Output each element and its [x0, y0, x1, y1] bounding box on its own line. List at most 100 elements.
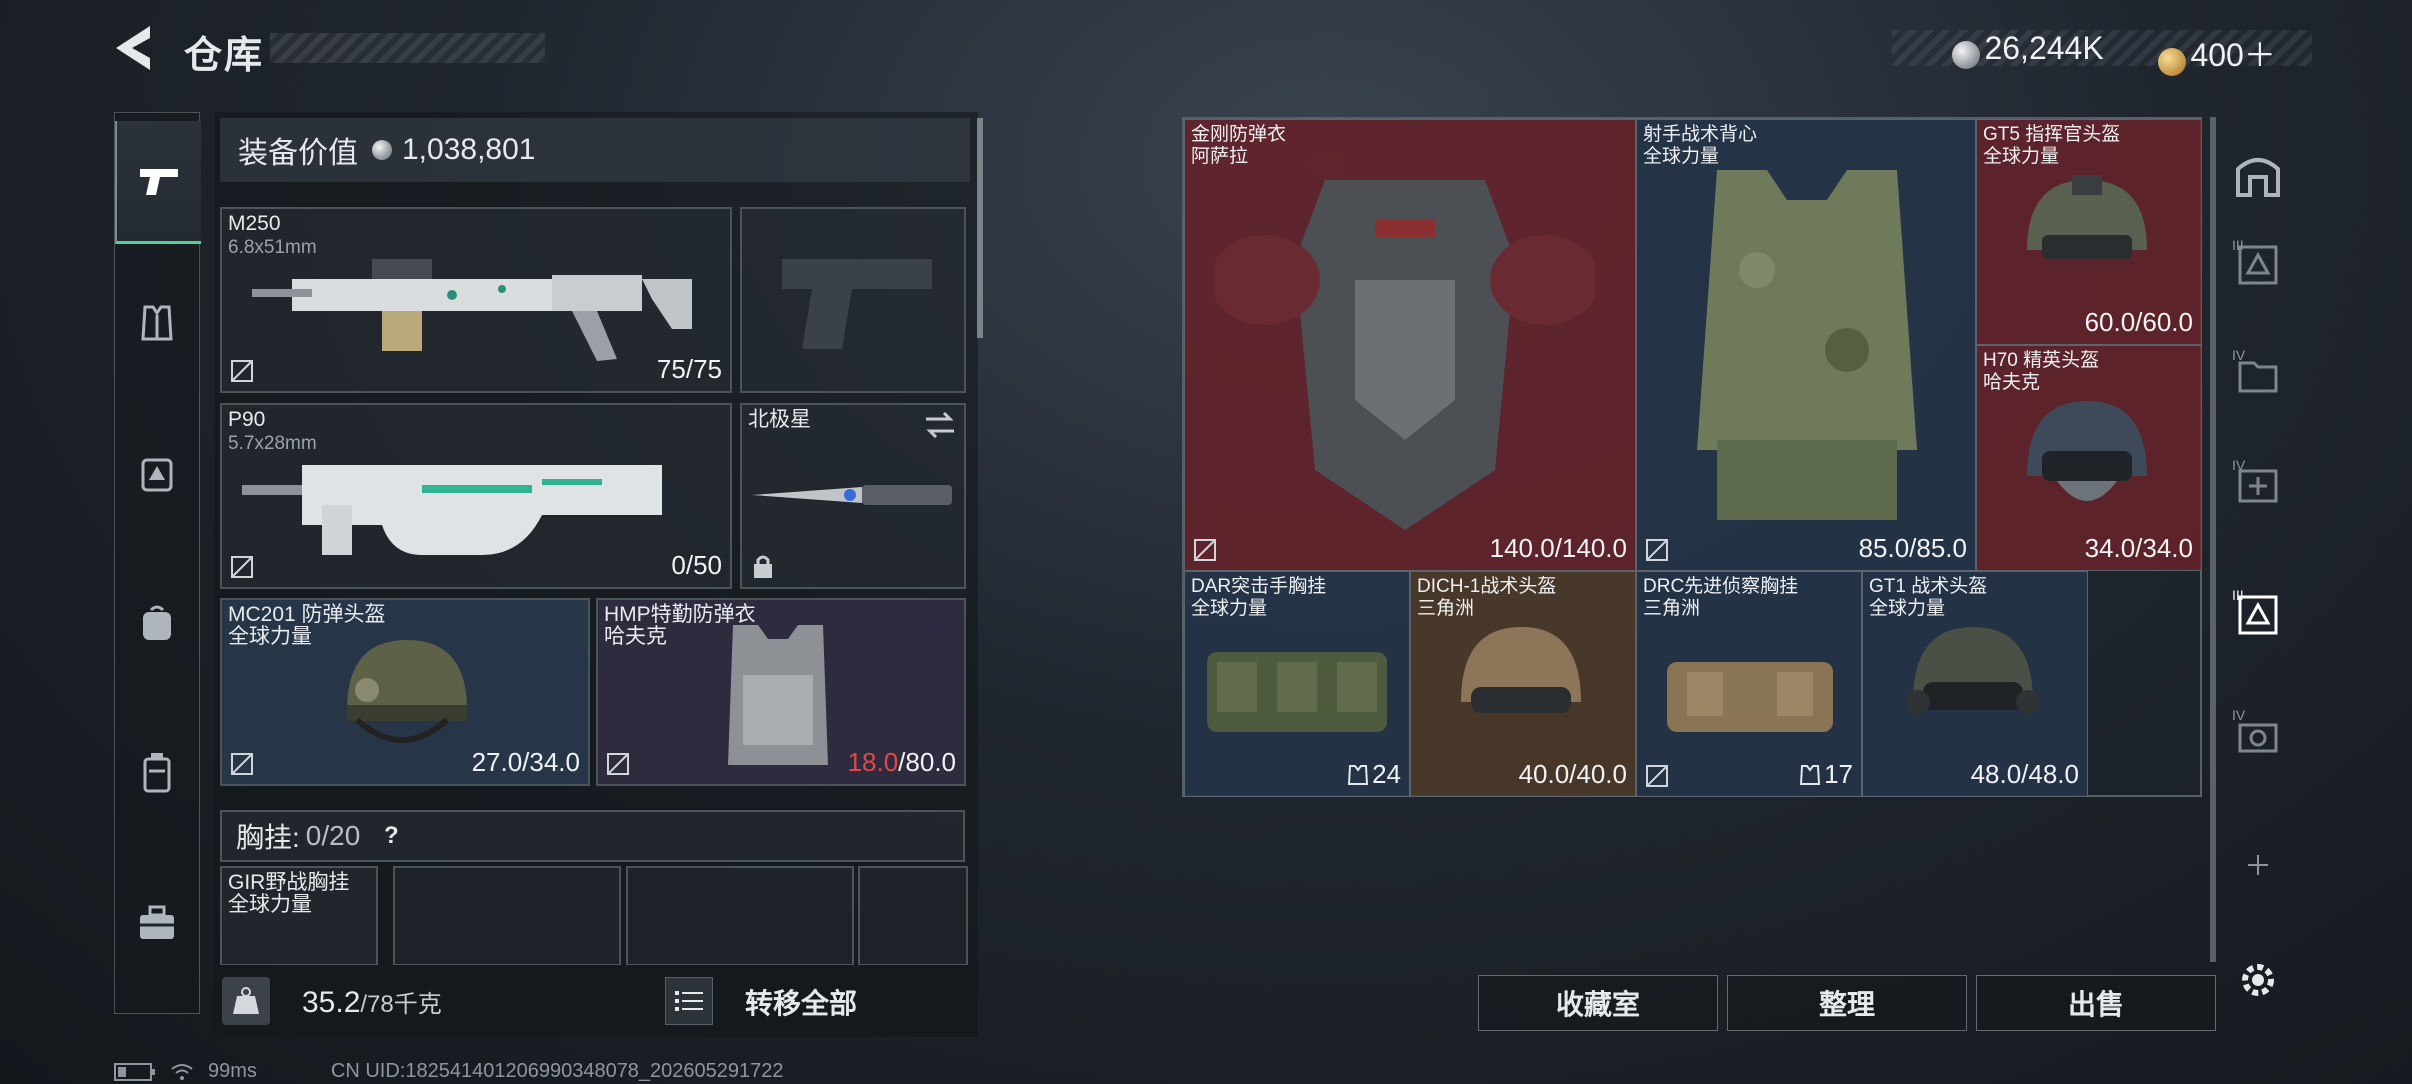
helmet-slot[interactable]: MC201 防弹头盔 全球力量 27.0/34.0 — [220, 598, 590, 786]
chest-rig-image — [1667, 662, 1833, 732]
tab-vest[interactable] — [115, 263, 199, 383]
chest-rig-cell-empty[interactable] — [393, 866, 621, 966]
storage-tab-4-active[interactable]: III — [2230, 587, 2286, 643]
gold-amount: 400＋ — [2190, 37, 2276, 73]
durability: 40.0/40.0 — [1518, 759, 1627, 789]
storage-home-button[interactable] — [2230, 147, 2286, 203]
storage-tab-5[interactable]: IV — [2230, 707, 2286, 763]
rig-capacity-icon — [1348, 764, 1369, 785]
storage-item-shooter-vest[interactable]: 射手战术背心 全球力量 85.0/85.0 — [1636, 119, 1976, 571]
page-title: 仓库 — [184, 35, 265, 77]
pistol-silhouette-icon — [782, 259, 932, 349]
storage-item-dar-rig[interactable]: DAR突击手胸挂 全球力量 24 — [1184, 571, 1410, 797]
tab-level: III — [2232, 587, 2244, 603]
backpack-supply-icon — [141, 458, 173, 492]
item-brand: 三角洲 — [1643, 598, 1701, 619]
storage-item-gt5-helmet[interactable]: GT5 指挥官头盔 全球力量 60.0/60.0 — [1976, 119, 2202, 345]
loadout-scrollbar[interactable] — [977, 118, 983, 338]
capacity-value: 24 — [1372, 759, 1401, 789]
plus-icon — [2248, 855, 2268, 875]
back-arrow-icon — [116, 26, 150, 70]
tab-level: IV — [2232, 347, 2246, 363]
durability: 27.0/34.0 — [471, 747, 580, 777]
durability: 75/75 — [656, 354, 722, 384]
pistol-icon — [140, 169, 178, 195]
storage-grid: 金刚防弹衣 阿萨拉 140.0/140.0 射手战术背心 全球力量 85.0/8… — [1182, 117, 2202, 797]
gear-icon — [2242, 964, 2274, 996]
item-brand: 哈夫克 — [604, 625, 667, 648]
back-button[interactable] — [110, 22, 158, 74]
pistol-slot-empty[interactable] — [740, 207, 966, 393]
list-view-button[interactable] — [665, 977, 713, 1025]
silver-coin-icon — [372, 140, 392, 160]
backpack-icon — [143, 605, 171, 640]
chest-rig-slot[interactable]: GIR野战胸挂 全球力量 — [220, 866, 378, 966]
secondary-weapon-slot[interactable]: P90 5.7x28mm 0/50 — [220, 403, 732, 589]
help-icon[interactable]: ? — [374, 819, 408, 853]
chest-rig-cell-empty[interactable] — [858, 866, 968, 966]
smg-image — [242, 465, 662, 555]
durability-max: /80.0 — [898, 747, 956, 777]
melee-slot[interactable]: 北极星 — [740, 403, 966, 589]
storage-item-armor-jingang[interactable]: 金刚防弹衣 阿萨拉 140.0/140.0 — [1184, 119, 1636, 571]
storage-tab-2[interactable]: IV — [2230, 347, 2286, 403]
storage-scrollbar[interactable] — [2210, 117, 2216, 962]
chest-rig-image — [1207, 652, 1387, 732]
item-name: 北极星 — [748, 408, 811, 431]
storage-item-drc-rig[interactable]: DRC先进侦察胸挂 三角洲 17 — [1636, 571, 1862, 797]
weight-current: 35.2 — [302, 986, 361, 1019]
chest-rig-cell-empty[interactable] — [626, 866, 854, 966]
item-name: 射手战术背心 — [1643, 124, 1758, 145]
collection-room-button[interactable]: 收藏室 — [1478, 975, 1718, 1031]
storage-sidebar: III IV IV III IV — [2222, 117, 2294, 957]
no-insure-icon — [607, 753, 629, 775]
tab-backpack-supply[interactable] — [115, 413, 199, 533]
storage-tab-1[interactable]: III — [2230, 237, 2286, 293]
armor-slot[interactable]: HMP特勤防弹衣 哈夫克 18.0/80.0 — [596, 598, 966, 786]
durability: 34.0/34.0 — [2084, 533, 2193, 563]
item-name: M250 — [228, 212, 281, 235]
durability: 60.0/60.0 — [2084, 307, 2193, 337]
storage-item-h70-helmet[interactable]: H70 精英头盔 哈夫克 34.0/34.0 — [1976, 345, 2202, 571]
item-brand: 全球力量 — [228, 625, 312, 648]
tab-weapons[interactable] — [115, 121, 201, 244]
chest-rig-label: 胸挂: — [236, 822, 300, 853]
storage-tab-3[interactable]: IV — [2230, 457, 2286, 513]
add-storage-button[interactable] — [2230, 837, 2286, 893]
durability: 48.0/48.0 — [1970, 759, 2079, 789]
loadout-value-bar: 装备价值 1,038,801 — [220, 118, 970, 182]
no-insure-icon — [231, 556, 253, 578]
item-name: H70 精英头盔 — [1983, 350, 2100, 371]
list-icon — [675, 991, 703, 1011]
settings-button[interactable] — [2236, 958, 2280, 1002]
swap-icon[interactable] — [924, 411, 956, 439]
toolbox-icon — [140, 905, 174, 939]
capacity: 17 — [1800, 759, 1853, 790]
weight-unit: /78千克 — [360, 991, 442, 1018]
category-sidebar — [114, 112, 201, 1014]
heavy-armor-image — [1215, 180, 1595, 530]
tab-toolbox[interactable] — [115, 863, 199, 983]
item-name: DRC先进侦察胸挂 — [1643, 576, 1799, 597]
silver-amount: 26,244K — [1984, 30, 2104, 66]
tab-level: IV — [2232, 457, 2246, 473]
durability: 0/50 — [671, 550, 722, 580]
currency-silver[interactable]: 26,244K — [1952, 30, 2104, 69]
no-insure-icon — [1194, 539, 1216, 561]
loadout-value: 1,038,801 — [402, 133, 536, 166]
primary-weapon-slot[interactable]: M250 6.8x51mm 75/75 — [220, 207, 732, 393]
organize-button[interactable]: 整理 — [1727, 975, 1967, 1031]
tab-level: III — [2232, 237, 2244, 253]
vest-icon — [141, 305, 173, 341]
durability: 140.0/140.0 — [1489, 533, 1627, 563]
capacity-value: 17 — [1824, 759, 1853, 789]
sell-button[interactable]: 出售 — [1976, 975, 2216, 1031]
tab-case[interactable] — [115, 713, 199, 833]
storage-item-gt1-helmet[interactable]: GT1 战术头盔 全球力量 48.0/48.0 — [1862, 571, 2088, 797]
chest-rig-capacity: 0/20 — [305, 820, 361, 851]
storage-item-dich1-helmet[interactable]: DICH-1战术头盔 三角洲 40.0/40.0 — [1410, 571, 1636, 797]
currency-gold[interactable]: 400＋ — [2158, 30, 2276, 76]
tab-backpack[interactable] — [115, 563, 199, 683]
no-insure-icon — [231, 360, 253, 382]
transfer-all-button[interactable]: 转移全部 — [745, 982, 955, 1022]
